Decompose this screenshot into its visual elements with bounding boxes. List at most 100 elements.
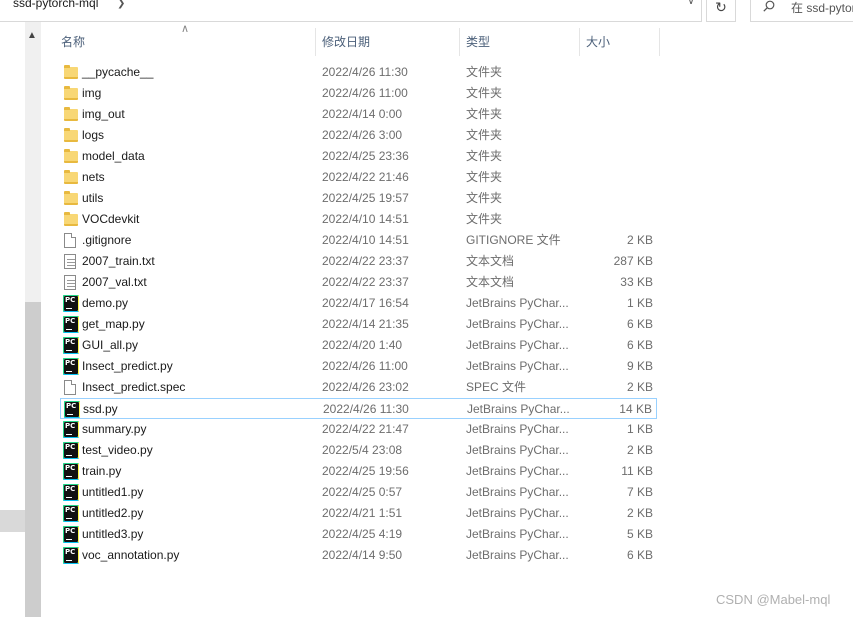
file-row[interactable]: PC demo.py 2022/4/17 16:54 JetBrains PyChar… (60, 293, 657, 314)
file-size: 6 KB (626, 338, 653, 352)
file-size: 5 KB (626, 527, 653, 541)
file-type: 文件夹 (466, 149, 503, 163)
file-date: 2022/4/22 21:46 (322, 170, 409, 184)
address-bar[interactable]: ssd-pytorch-mql ❯ ∨ (0, 0, 702, 22)
file-name: Insect_predict.py (82, 359, 173, 373)
file-name: ssd.py (83, 402, 118, 416)
pycharm-icon: PC (63, 463, 79, 480)
file-icon (64, 233, 76, 248)
file-row[interactable]: .gitignore 2022/4/10 14:51 GITIGNORE 文件 2 K… (60, 230, 657, 251)
pycharm-icon: PC (64, 401, 80, 418)
file-size: 2 KB (626, 443, 653, 457)
refresh-button[interactable]: ↻ (706, 0, 736, 22)
file-date: 2022/4/22 23:37 (322, 275, 409, 289)
file-name: demo.py (82, 296, 129, 310)
text-file-icon (64, 275, 76, 290)
file-row[interactable]: PC voc_annotation.py 2022/4/14 9:50 JetBrai… (60, 545, 657, 566)
file-type: JetBrains PyChar... (466, 527, 569, 541)
file-date: 2022/4/26 11:30 (322, 65, 408, 79)
search-input[interactable]: 在 ssd-pytorch-mql (791, 0, 853, 16)
file-date: 2022/4/26 11:30 (323, 402, 409, 416)
nav-scrollbar[interactable]: ▲ (25, 22, 41, 617)
file-date: 2022/4/20 1:40 (322, 338, 403, 352)
column-header-name[interactable]: 名称 (55, 28, 316, 56)
search-icon (763, 0, 775, 12)
navigation-pane[interactable] (0, 22, 25, 617)
file-name: VOCdevkit (82, 212, 140, 226)
file-size: 14 KB (619, 402, 652, 416)
file-row[interactable]: img 2022/4/26 11:00 文件夹 (60, 83, 657, 104)
scroll-up-icon[interactable]: ▲ (27, 30, 37, 41)
file-row[interactable]: Insect_predict.spec 2022/4/26 23:02 SPEC 文… (60, 377, 657, 398)
folder-icon (64, 86, 78, 100)
pycharm-icon: PC (63, 526, 79, 543)
file-row[interactable]: PC untitled2.py 2022/4/21 1:51 JetBrains Py… (60, 503, 657, 524)
file-row[interactable]: 2007_train.txt 2022/4/22 23:37 文本文档 287 KB (60, 251, 657, 272)
file-size: 1 KB (626, 422, 653, 436)
file-type: 文件夹 (466, 65, 503, 79)
file-row[interactable]: 2007_val.txt 2022/4/22 23:37 文本文档 33 KB (60, 272, 657, 293)
file-date: 2022/4/26 3:00 (322, 128, 403, 142)
file-date: 2022/4/26 11:00 (322, 359, 408, 373)
file-row[interactable]: utils 2022/4/25 19:57 文件夹 (60, 188, 657, 209)
file-type: JetBrains PyChar... (466, 443, 569, 457)
file-date: 2022/5/4 23:08 (322, 443, 403, 457)
file-row[interactable]: model_data 2022/4/25 23:36 文件夹 (60, 146, 657, 167)
pycharm-icon: PC (63, 358, 79, 375)
file-row[interactable]: PC untitled1.py 2022/4/25 0:57 JetBrains Py… (60, 482, 657, 503)
folder-icon (64, 191, 78, 205)
file-name: untitled1.py (82, 485, 144, 499)
file-size: 1 KB (626, 296, 653, 310)
address-path[interactable]: ssd-pytorch-mql (13, 0, 98, 10)
search-box[interactable]: 在 ssd-pytorch-mql (750, 0, 853, 22)
file-row[interactable]: PC train.py 2022/4/25 19:56 JetBrains PyCha… (60, 461, 657, 482)
file-date: 2022/4/26 23:02 (322, 380, 409, 394)
file-type: SPEC 文件 (466, 380, 527, 394)
file-row[interactable]: PC untitled3.py 2022/4/25 4:19 JetBrains Py… (60, 524, 657, 545)
column-header-date[interactable]: 修改日期 (316, 28, 460, 56)
file-date: 2022/4/25 19:56 (322, 464, 409, 478)
pycharm-icon: PC (63, 421, 79, 438)
file-row[interactable]: PC ssd.py 2022/4/26 11:30 JetBrains PyChar.… (60, 398, 657, 419)
file-icon (64, 380, 76, 395)
file-size: 33 KB (620, 275, 653, 289)
pycharm-icon: PC (63, 484, 79, 501)
file-name: logs (82, 128, 105, 142)
file-row[interactable]: PC GUI_all.py 2022/4/20 1:40 JetBrains PyCh… (60, 335, 657, 356)
file-row[interactable]: PC summary.py 2022/4/22 21:47 JetBrains PyC… (60, 419, 657, 440)
file-row[interactable]: img_out 2022/4/14 0:00 文件夹 (60, 104, 657, 125)
file-row[interactable]: logs 2022/4/26 3:00 文件夹 (60, 125, 657, 146)
file-size: 6 KB (626, 317, 653, 331)
column-header-type[interactable]: 类型 (460, 28, 580, 56)
chevron-right-icon[interactable]: ❯ (117, 0, 125, 9)
file-type: 文本文档 (466, 254, 515, 268)
chevron-down-icon[interactable]: ∨ (684, 0, 698, 14)
nav-selected-item[interactable] (0, 510, 25, 532)
file-date: 2022/4/10 14:51 (322, 212, 409, 226)
file-date: 2022/4/14 9:50 (322, 548, 403, 562)
file-row[interactable]: __pycache__ 2022/4/26 11:30 文件夹 (60, 62, 657, 83)
file-row[interactable]: VOCdevkit 2022/4/10 14:51 文件夹 (60, 209, 657, 230)
file-type: 文件夹 (466, 212, 503, 226)
file-row[interactable]: PC test_video.py 2022/5/4 23:08 JetBrains P… (60, 440, 657, 461)
file-name: img_out (82, 107, 125, 121)
file-size: 2 KB (626, 233, 653, 247)
file-row[interactable]: PC get_map.py 2022/4/14 21:35 JetBrains PyC… (60, 314, 657, 335)
file-name: GUI_all.py (82, 338, 139, 352)
file-type: JetBrains PyChar... (466, 548, 569, 562)
file-name: utils (82, 191, 104, 205)
file-row[interactable]: nets 2022/4/22 21:46 文件夹 (60, 167, 657, 188)
file-type: JetBrains PyChar... (466, 485, 569, 499)
file-type: JetBrains PyChar... (466, 506, 569, 520)
file-row[interactable]: PC Insect_predict.py 2022/4/26 11:00 JetBra… (60, 356, 657, 377)
column-header-size[interactable]: 大小 (580, 28, 660, 56)
file-size: 2 KB (626, 380, 653, 394)
file-type: JetBrains PyChar... (466, 359, 569, 373)
file-date: 2022/4/25 19:57 (322, 191, 409, 205)
file-name: 2007_val.txt (82, 275, 147, 289)
file-type: 文件夹 (466, 170, 503, 184)
file-name: untitled3.py (82, 527, 144, 541)
file-name: model_data (82, 149, 145, 163)
scrollbar-thumb[interactable] (25, 302, 41, 617)
file-date: 2022/4/10 14:51 (322, 233, 409, 247)
